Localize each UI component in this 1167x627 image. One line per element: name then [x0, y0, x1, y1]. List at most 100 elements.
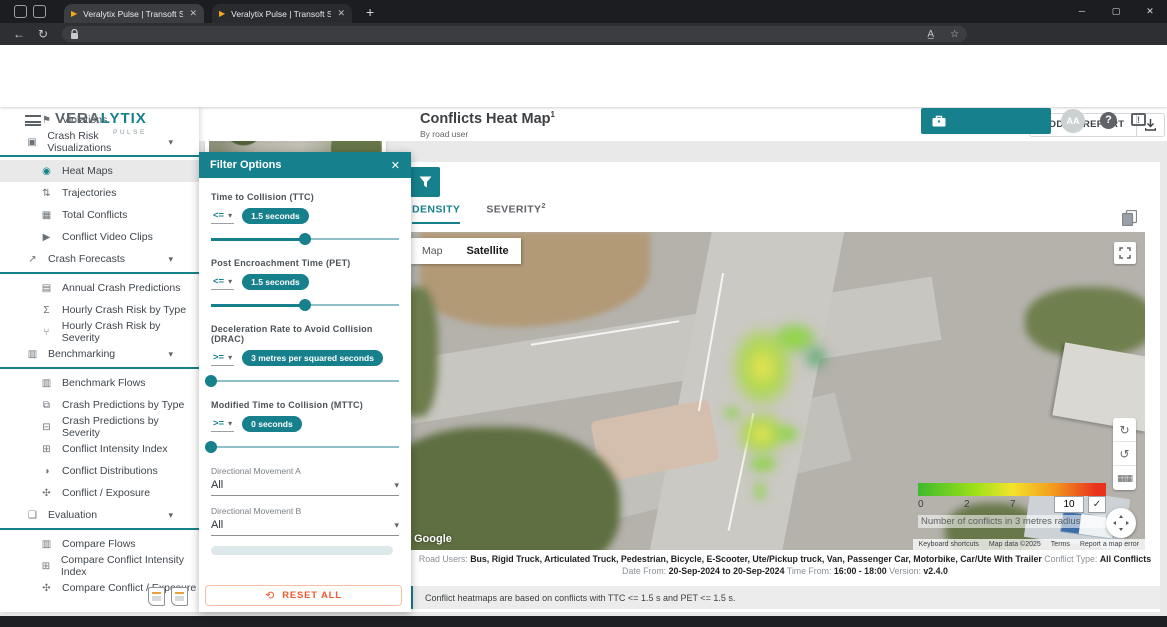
feedback-icon[interactable]: ! [1131, 113, 1146, 126]
sidebar-item-annual-crash-predictions[interactable]: ▤Annual Crash Predictions [0, 277, 199, 299]
close-icon[interactable]: ✕ [391, 159, 400, 172]
help-icon[interactable]: ? [1100, 112, 1117, 129]
map-vegetation [410, 427, 620, 550]
mttc-slider[interactable] [211, 441, 399, 453]
sidebar-item-compare-conflict-intensity-index[interactable]: ⊞Compare Conflict Intensity Index [0, 555, 199, 577]
copy-icon[interactable] [1122, 210, 1137, 226]
export-file-icon[interactable] [171, 587, 188, 606]
reader-mode-icon[interactable]: A̲ [927, 29, 934, 40]
new-tab-button[interactable]: + [366, 4, 374, 20]
satellite-view-button[interactable]: Satellite [454, 238, 520, 264]
browser-navbar: ← ↻ A̲ ☆ [0, 23, 1167, 45]
sidebar-item-conflict-distributions[interactable]: ◑Conflict Distributions [0, 460, 199, 482]
operator-select[interactable]: <=▾ [211, 275, 234, 290]
drac-slider[interactable] [211, 375, 399, 387]
visualizations-icon: ▣ [26, 137, 38, 148]
legend-apply-button[interactable]: ✓ [1088, 496, 1106, 513]
tilt-button[interactable]: ▦▦ [1113, 466, 1136, 490]
sidebar-item-benchmark-flows[interactable]: ▥Benchmark Flows [0, 372, 199, 394]
map-view-button[interactable]: Map [410, 238, 454, 264]
rotate-cw-button[interactable]: ↻ [1113, 418, 1136, 442]
filter-toggle-button[interactable] [410, 167, 440, 197]
report-error-link[interactable]: Report a map error [1080, 541, 1139, 548]
fullscreen-button[interactable] [1114, 242, 1136, 264]
minimize-button[interactable]: ─ [1065, 0, 1099, 23]
funnel-icon [419, 176, 432, 188]
browser-tab-1[interactable]: ▶ Veralytix Pulse | Transoft Solution ✕ [64, 4, 204, 23]
avatar[interactable]: AA [1061, 109, 1085, 133]
project-button[interactable] [921, 108, 1051, 134]
reset-all-button[interactable]: ⟲ RESET ALL [205, 585, 402, 606]
sidebar-item-heat-maps[interactable]: ◉Heat Maps [0, 160, 199, 182]
legend-tick: 7 [1010, 499, 1016, 510]
address-bar[interactable]: A̲ ☆ [62, 26, 967, 42]
sidebar-section-benchmarking[interactable]: ▥Benchmarking▾ [0, 343, 199, 365]
keyboard-shortcuts-link[interactable]: Keyboard shortcuts [919, 541, 979, 548]
tab-title: Veralytix Pulse | Transoft Solution [231, 9, 331, 19]
sidebar-item-crash-predictions-by-severity[interactable]: ⊟Crash Predictions by Severity [0, 416, 199, 438]
operator-select[interactable]: >=▾ [211, 351, 234, 366]
tab-search-icon[interactable] [33, 5, 46, 18]
pan-arrows-icon [1113, 515, 1129, 531]
slider-thumb[interactable] [299, 233, 311, 245]
maximize-button[interactable]: ▢ [1099, 0, 1133, 23]
filter-ttc: Time to Collision (TTC) <=▾ 1.5 seconds [211, 192, 399, 245]
sidebar-section-crash-forecasts[interactable]: ↗Crash Forecasts▾ [0, 248, 199, 270]
close-button[interactable]: ✕ [1133, 0, 1167, 23]
heat-map[interactable]: Map Satellite ↻ ↺ ▦▦ 0 2 7 ✓ Number of c… [410, 232, 1145, 550]
map-rotate-controls: ↻ ↺ ▦▦ [1113, 418, 1136, 490]
filter-panel-title: Filter Options [210, 159, 282, 171]
ttc-slider[interactable] [211, 233, 399, 245]
chevron-down-icon: ▾ [168, 254, 173, 265]
car-icon: ⊟ [40, 422, 53, 433]
sidebar-section-evaluation[interactable]: ❏Evaluation▾ [0, 504, 199, 526]
pet-slider[interactable] [211, 299, 399, 311]
directional-movement-a-select[interactable]: Directional Movement A All▾ [211, 466, 399, 496]
sidebar-item-conflict-intensity-index[interactable]: ⊞Conflict Intensity Index [0, 438, 199, 460]
browser-tab-2[interactable]: ▶ Veralytix Pulse | Transoft Solution ✕ [212, 4, 352, 23]
sidebar-item-crash-predictions-by-type[interactable]: ⧉Crash Predictions by Type [0, 394, 199, 416]
value-chip: 1.5 seconds [242, 208, 309, 224]
car-front-icon: ⊞ [40, 444, 53, 455]
heat-blob [720, 404, 744, 422]
pie-chart-icon: ◑ [40, 466, 53, 477]
sigma-icon: Σ [40, 305, 53, 316]
sidebar-item-hourly-crash-risk-by-severity[interactable]: ⑂Hourly Crash Risk by Severity [0, 321, 199, 343]
slider-thumb[interactable] [205, 375, 217, 387]
slider-thumb[interactable] [205, 441, 217, 453]
heat-blob [742, 452, 784, 476]
back-icon[interactable]: ← [13, 27, 25, 41]
directional-movement-b-select[interactable]: Directional Movement B All▾ [211, 506, 399, 536]
menu-icon[interactable] [25, 115, 41, 126]
sidebar-item-hourly-crash-risk-by-type[interactable]: ΣHourly Crash Risk by Type [0, 299, 199, 321]
pan-control[interactable] [1106, 508, 1136, 538]
sidebar-item-total-conflicts[interactable]: ▦Total Conflicts [0, 204, 199, 226]
operator-select[interactable]: <=▾ [211, 209, 234, 224]
app-header: VERALYTIX PULSE AA ? ! [0, 45, 1167, 107]
legend-max-input[interactable] [1054, 496, 1084, 513]
slider-thumb[interactable] [299, 299, 311, 311]
sidebar-item-conflict-video-clips[interactable]: ▶Conflict Video Clips [0, 226, 199, 248]
browser-tab-strip: ▶ Veralytix Pulse | Transoft Solution ✕ … [0, 0, 1167, 23]
trend-icon: ↗ [26, 254, 39, 265]
sidebar-item-conflict-exposure[interactable]: ✣Conflict / Exposure [0, 482, 199, 504]
tab-close-icon[interactable]: ✕ [337, 8, 345, 19]
operator-select[interactable]: >=▾ [211, 417, 234, 432]
tab-density[interactable]: DENSITY [412, 203, 460, 224]
export-file-icon[interactable] [148, 587, 165, 606]
terms-link[interactable]: Terms [1051, 541, 1070, 548]
legend-caption: Number of conflicts in 3 metres radius [918, 515, 1106, 528]
filter-mttc: Modified Time to Collision (MTTC) >=▾ 0 … [211, 400, 399, 453]
sidebar-item-trajectories[interactable]: ⇅Trajectories [0, 182, 199, 204]
flag-icon: ⚑ [40, 115, 53, 126]
layers-icon: ⧉ [40, 400, 53, 411]
sidebar-item-compare-flows[interactable]: ▥Compare Flows [0, 533, 199, 555]
tab-close-icon[interactable]: ✕ [189, 8, 197, 19]
workspace-icon[interactable] [14, 5, 27, 18]
rotate-ccw-button[interactable]: ↺ [1113, 442, 1136, 466]
refresh-icon[interactable]: ↻ [38, 27, 48, 41]
disabled-slider [211, 546, 393, 555]
google-logo[interactable]: Google [414, 533, 452, 545]
tab-severity[interactable]: SEVERITY2 [486, 203, 545, 224]
bookmark-star-icon[interactable]: ☆ [950, 29, 959, 40]
